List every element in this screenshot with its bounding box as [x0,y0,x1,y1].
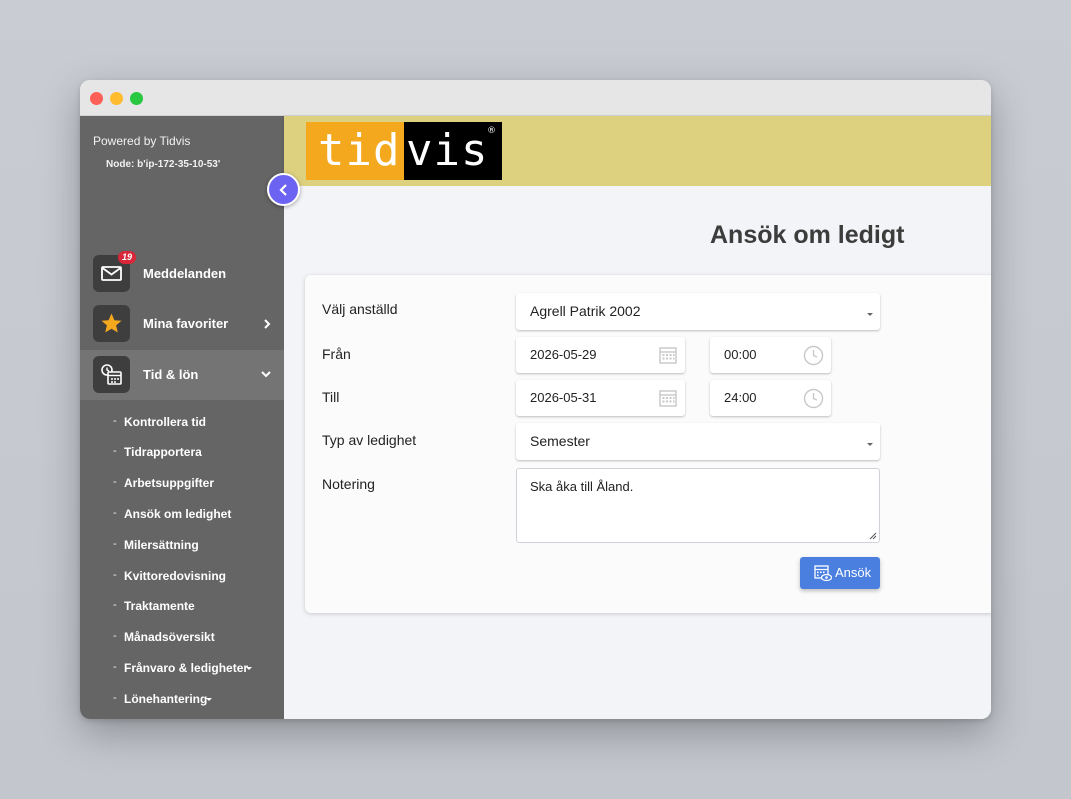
chevron-left-icon [279,184,287,196]
leave-type-value: Semester [530,433,590,449]
apply-button-label: Ansök [835,565,872,580]
employee-select[interactable]: Agrell Patrik 2002 [516,293,880,330]
from-time-value: 00:00 [724,347,757,362]
note-textarea[interactable]: Ska åka till Åland. [516,468,880,543]
to-time-field[interactable]: 24:00 [710,380,831,416]
employee-value: Agrell Patrik 2002 [530,303,641,319]
employee-label: Välj anställd [322,301,398,317]
from-date-field[interactable]: 2026-05-29 [516,337,685,373]
calendar-eye-icon [814,565,832,582]
leave-type-select[interactable]: Semester [516,423,880,460]
from-label: Från [322,346,351,362]
calendar-icon[interactable] [658,388,678,408]
note-label: Notering [322,476,375,492]
to-date-field[interactable]: 2026-05-31 [516,380,685,416]
leave-type-label: Typ av ledighet [322,432,417,448]
form-layer: Välj anställd Agrell Patrik 2002 Från 20… [0,0,1071,799]
apply-button[interactable]: Ansök [800,557,880,589]
clock-icon[interactable] [803,345,824,366]
resize-grip-icon[interactable] [868,531,877,540]
from-time-field[interactable]: 00:00 [710,337,831,373]
clock-icon[interactable] [803,388,824,409]
from-date-value: 2026-05-29 [530,347,597,362]
form-clip: Välj anställd Agrell Patrik 2002 Från 20… [80,80,991,719]
caret-down-icon [867,313,873,316]
note-value: Ska åka till Åland. [530,479,634,494]
to-label: Till [322,389,340,405]
collapse-sidebar-button[interactable] [267,173,300,206]
to-time-value: 24:00 [724,390,757,405]
to-date-value: 2026-05-31 [530,390,597,405]
caret-down-icon [867,443,873,446]
calendar-icon[interactable] [658,345,678,365]
